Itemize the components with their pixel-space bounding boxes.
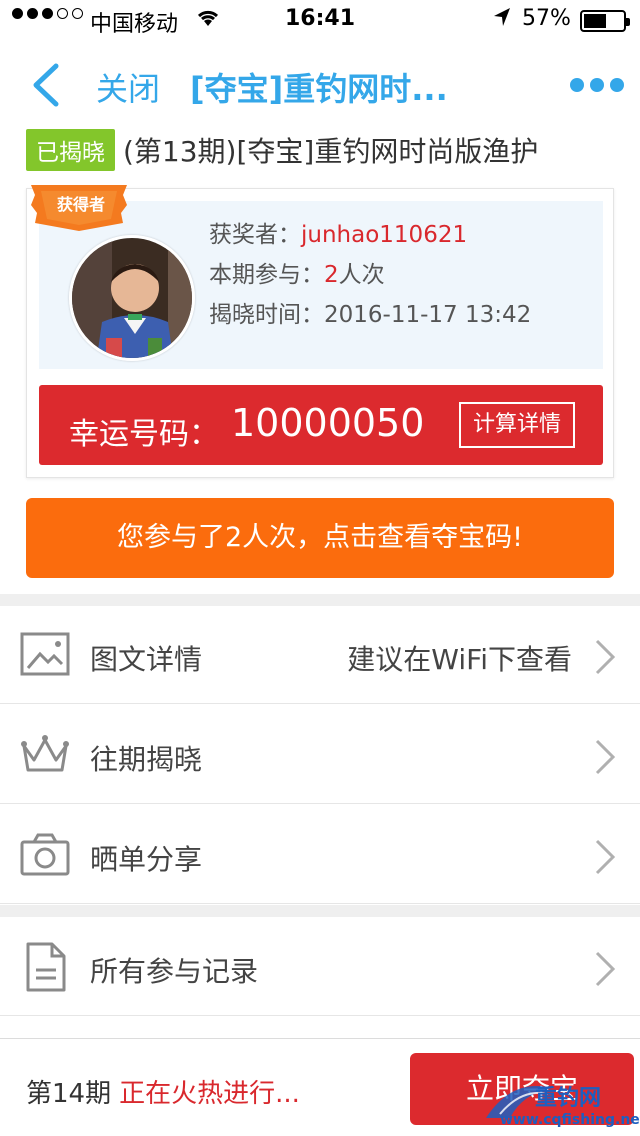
reveal-label: 揭晓时间：: [209, 302, 324, 328]
past-reveals-label: 往期揭晓: [90, 743, 203, 776]
location-arrow-icon: [492, 6, 512, 33]
view-codes-button[interactable]: 您参与了2人次，点击查看夺宝码!: [26, 498, 614, 578]
battery-icon: [580, 10, 630, 32]
period-number: 第14期: [26, 1079, 112, 1109]
list-item-all-records[interactable]: 所有参与记录: [0, 918, 640, 1016]
winner-ribbon: 获得者: [27, 185, 131, 231]
more-dot-icon: [590, 78, 604, 92]
lucky-number-bar: 幸运号码： 10000050 计算详情: [39, 385, 603, 465]
lucky-number-label: 幸运号码：: [69, 417, 219, 452]
avatar[interactable]: [69, 235, 195, 361]
next-period: 第14期 正在火热进行...: [26, 1073, 300, 1110]
chevron-right-icon: [595, 951, 616, 987]
chevron-right-icon: [595, 739, 616, 775]
image-detail-label: 图文详情: [90, 643, 203, 676]
list-item-image-detail[interactable]: 图文详情 建议在WiFi下查看: [0, 606, 640, 704]
product-title: (第13期)[夺宝]重钓网时尚版渔护: [123, 135, 539, 168]
back-arrow-icon: [33, 63, 59, 107]
image-icon: [20, 632, 70, 676]
lucky-number: 10000050: [231, 401, 425, 445]
more-dot-icon: [610, 78, 624, 92]
period-status[interactable]: 正在火热进行...: [119, 1079, 300, 1109]
calculation-detail-button[interactable]: 计算详情: [459, 402, 575, 448]
share-orders-label: 晒单分享: [90, 843, 203, 876]
watermark-url: www.cqfishing.net: [500, 1112, 640, 1128]
winner-card: 获奖者：junhao110621 本期参与：2人次 揭晓时间：2016-11-1…: [26, 185, 614, 478]
close-button[interactable]: 关闭: [96, 64, 160, 110]
chevron-right-icon: [595, 839, 616, 875]
list-item-past-reveals[interactable]: 往期揭晓: [0, 706, 640, 804]
reveal-time-row: 揭晓时间：2016-11-17 13:42: [209, 295, 531, 329]
chevron-right-icon: [595, 639, 616, 675]
section-divider: [0, 905, 640, 917]
participation-row: 本期参与：2人次: [209, 255, 385, 289]
winner-label: 获奖者：: [209, 222, 301, 248]
participate-unit: 人次: [338, 262, 385, 288]
wifi-hint: 建议在WiFi下查看: [347, 643, 572, 676]
camera-icon: [20, 833, 70, 876]
crown-icon: [21, 735, 69, 772]
winner-row: 获奖者：junhao110621: [209, 215, 467, 249]
status-bar: 中国移动 16:41 57%: [0, 0, 640, 40]
ribbon-label: 获得者: [57, 195, 106, 214]
watermark-text: 重钓网: [535, 1086, 602, 1111]
reveal-time: 2016-11-17 13:42: [324, 302, 532, 328]
section-divider: [0, 594, 640, 606]
document-icon: [26, 942, 66, 992]
list-item-share-orders[interactable]: 晒单分享: [0, 806, 640, 904]
avatar-photo: [72, 238, 192, 358]
status-badge: 已揭晓: [26, 129, 115, 171]
navigation-bar: 关闭 [夺宝]重钓网时...: [0, 40, 640, 128]
back-button[interactable]: [28, 62, 68, 108]
more-dot-icon: [570, 78, 584, 92]
battery-percent: 57%: [522, 6, 571, 31]
page-title: [夺宝]重钓网时...: [190, 70, 448, 108]
participate-label: 本期参与：: [209, 262, 324, 288]
participate-count: 2: [324, 262, 339, 288]
product-title-row: 已揭晓 (第13期)[夺宝]重钓网时尚版渔护: [26, 129, 539, 171]
more-options-button[interactable]: [570, 78, 624, 92]
all-records-label: 所有参与记录: [90, 955, 259, 988]
winner-name[interactable]: junhao110621: [301, 222, 467, 248]
